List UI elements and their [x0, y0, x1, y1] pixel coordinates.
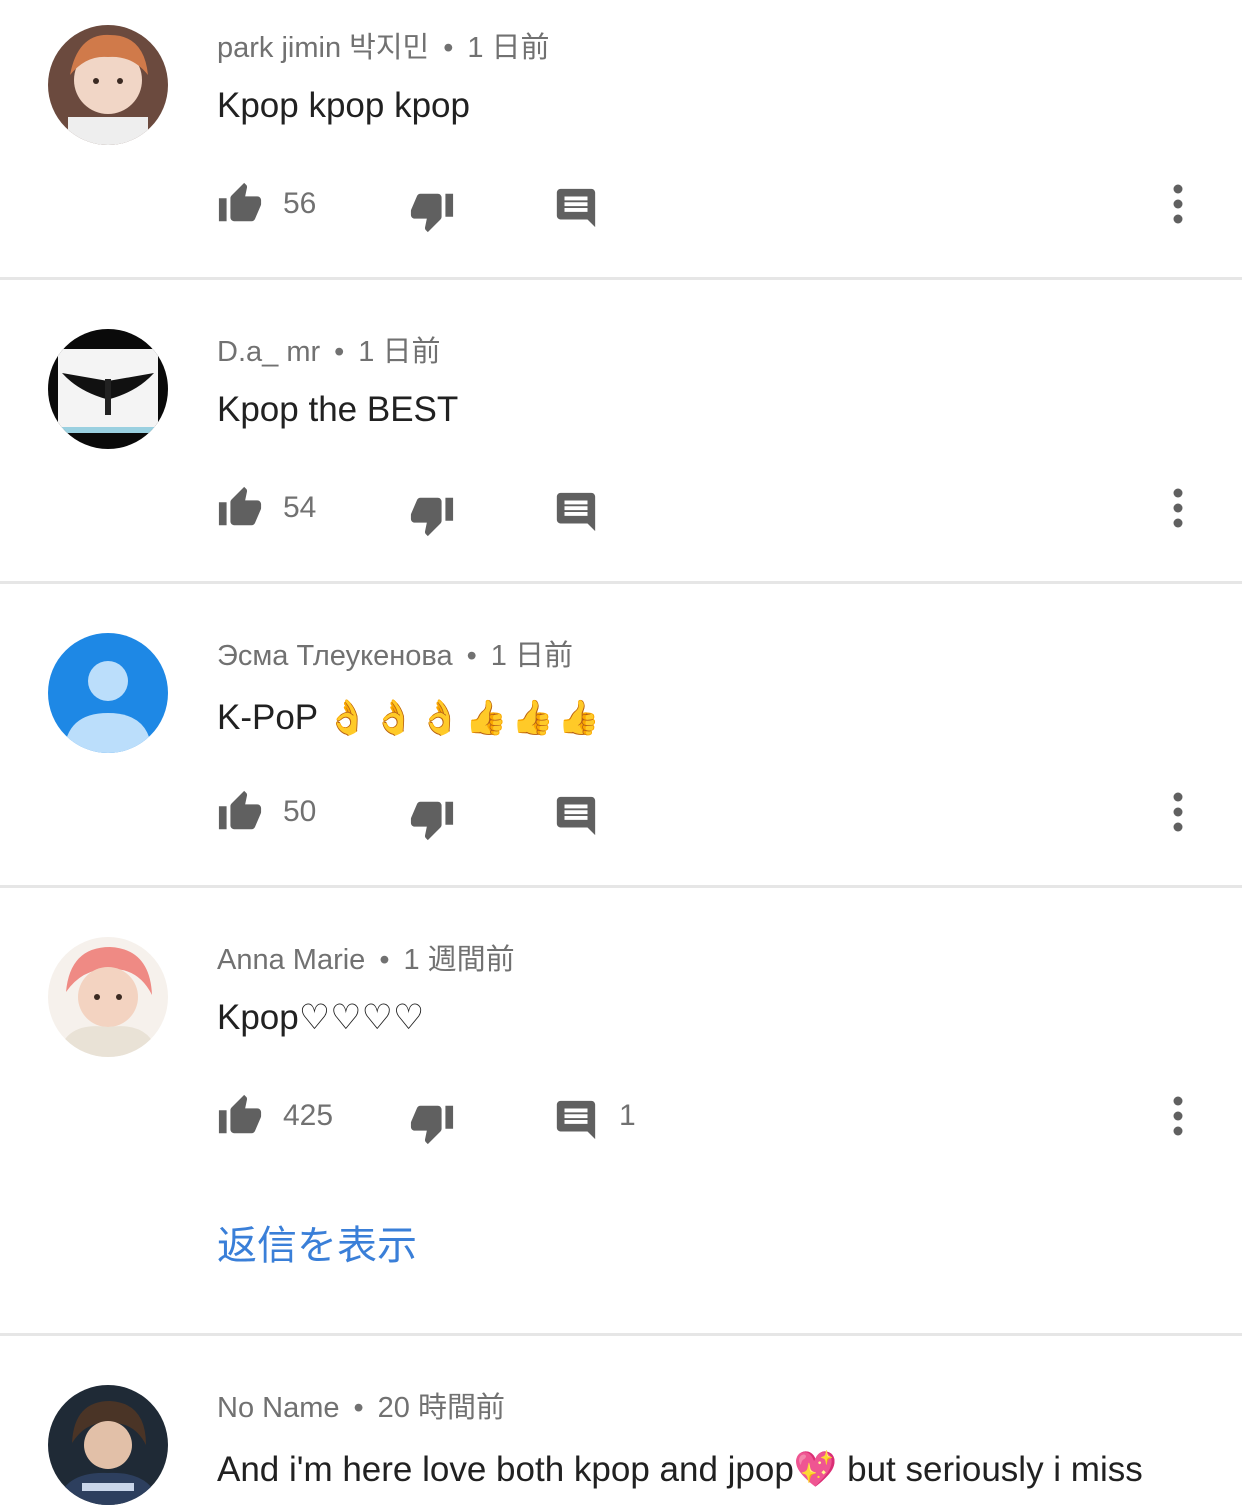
comment-item: Эсма Тлеукенова • 1 日前 K-PoP 👌👌👌👍👍👍 50 [0, 608, 1242, 888]
comment-time: 1 日前 [358, 336, 441, 368]
like-button[interactable]: 50 [217, 782, 316, 842]
separator-dot: • [466, 640, 477, 672]
like-button[interactable]: 56 [217, 174, 316, 234]
comment-meta: No Name • 20 時間前 [217, 1390, 505, 1426]
comment-actions: 50 [217, 782, 1207, 842]
author-name[interactable]: D.a_ mr [217, 336, 320, 368]
comment-actions: 425 1 [217, 1086, 1207, 1146]
like-count: 50 [283, 795, 317, 828]
dislike-button[interactable] [409, 478, 455, 538]
avatar[interactable] [48, 1385, 168, 1505]
dislike-button[interactable] [409, 1086, 455, 1146]
comment-text-content: Kpop the BEST [217, 390, 459, 429]
like-count: 56 [283, 187, 317, 220]
comment-meta: Anna Marie • 1 週間前 [217, 942, 515, 978]
more-vertical-icon [1172, 1096, 1184, 1136]
like-button[interactable]: 425 [217, 1086, 333, 1146]
thumbs-up-icon [217, 1093, 263, 1139]
comment-text: K-PoP 👌👌👌👍👍👍 [217, 696, 604, 740]
thumbs-down-icon [409, 782, 455, 842]
comment-text-content: And i'm here love both kpop and jpop💖 bu… [217, 1450, 1143, 1489]
comment-meta: Эсма Тлеукенова • 1 日前 [217, 638, 573, 674]
comment-item: D.a_ mr • 1 日前 Kpop the BEST 54 [0, 304, 1242, 584]
separator-dot: • [443, 32, 454, 64]
thumbs-down-icon [409, 478, 455, 538]
more-vertical-icon [1172, 184, 1184, 224]
comment-text-content: K-PoP [217, 698, 319, 737]
reply-button[interactable] [553, 174, 599, 234]
separator-dot: • [353, 1392, 364, 1424]
thumbs-up-icon [217, 485, 263, 531]
comment-time: 1 日前 [490, 640, 573, 672]
avatar[interactable] [48, 329, 168, 449]
author-name[interactable]: Anna Marie [217, 944, 365, 976]
comment-text: Kpop kpop kpop [217, 84, 470, 128]
comment-time: 1 週間前 [403, 944, 515, 976]
comment-text: And i'm here love both kpop and jpop💖 bu… [217, 1448, 1143, 1492]
dislike-button[interactable] [409, 174, 455, 234]
reply-icon [553, 481, 599, 535]
thumbs-up-icon [217, 789, 263, 835]
author-name[interactable]: park jimin 박지민 [217, 32, 429, 64]
divider [0, 1333, 1242, 1336]
reply-icon [553, 177, 599, 231]
comment-meta: D.a_ mr • 1 日前 [217, 334, 440, 370]
comment-text-content: Kpop kpop kpop [217, 86, 470, 125]
reply-button[interactable] [553, 782, 599, 842]
like-button[interactable]: 54 [217, 478, 316, 538]
divider [0, 581, 1242, 584]
comment-item: Anna Marie • 1 週間前 Kpop♡♡♡♡ 425 1 返信を表示 [0, 912, 1242, 1332]
more-vertical-icon [1172, 488, 1184, 528]
comment-actions: 56 [217, 174, 1207, 234]
reply-icon [553, 785, 599, 839]
thumbs-down-icon [409, 174, 455, 234]
comment-time: 20 時間前 [377, 1392, 505, 1424]
more-options-button[interactable] [1172, 478, 1184, 538]
thumbs-up-icon [217, 181, 263, 227]
reply-count: 1 [619, 1099, 636, 1132]
author-name[interactable]: No Name [217, 1392, 340, 1424]
reply-button[interactable]: 1 [553, 1086, 636, 1146]
comment-actions: 54 [217, 478, 1207, 538]
comment-text-content: Kpop♡♡♡♡ [217, 998, 425, 1037]
author-name[interactable]: Эсма Тлеукенова [217, 640, 453, 672]
like-count: 425 [283, 1099, 334, 1132]
view-replies-link[interactable]: 返信を表示 [217, 1222, 417, 1270]
avatar[interactable] [48, 25, 168, 145]
avatar[interactable] [48, 937, 168, 1057]
like-count: 54 [283, 491, 317, 524]
thumbs-down-icon [409, 1086, 455, 1146]
more-vertical-icon [1172, 792, 1184, 832]
more-options-button[interactable] [1172, 1086, 1184, 1146]
divider [0, 885, 1242, 888]
divider [0, 277, 1242, 280]
comment-emoji: 👌👌👌👍👍👍 [326, 698, 605, 738]
reply-button[interactable] [553, 478, 599, 538]
dislike-button[interactable] [409, 782, 455, 842]
avatar[interactable] [48, 633, 168, 753]
separator-dot: • [379, 944, 390, 976]
comment-meta: park jimin 박지민 • 1 日前 [217, 30, 550, 66]
reply-icon [553, 1089, 599, 1143]
separator-dot: • [334, 336, 345, 368]
more-options-button[interactable] [1172, 782, 1184, 842]
comment-item: park jimin 박지민 • 1 日前 Kpop kpop kpop 56 [0, 0, 1242, 280]
more-options-button[interactable] [1172, 174, 1184, 234]
comment-item: No Name • 20 時間前 And i'm here love both kp… [0, 1360, 1242, 1508]
comment-text: Kpop the BEST [217, 388, 458, 432]
comment-time: 1 日前 [467, 32, 550, 64]
comment-text: Kpop♡♡♡♡ [217, 996, 424, 1040]
